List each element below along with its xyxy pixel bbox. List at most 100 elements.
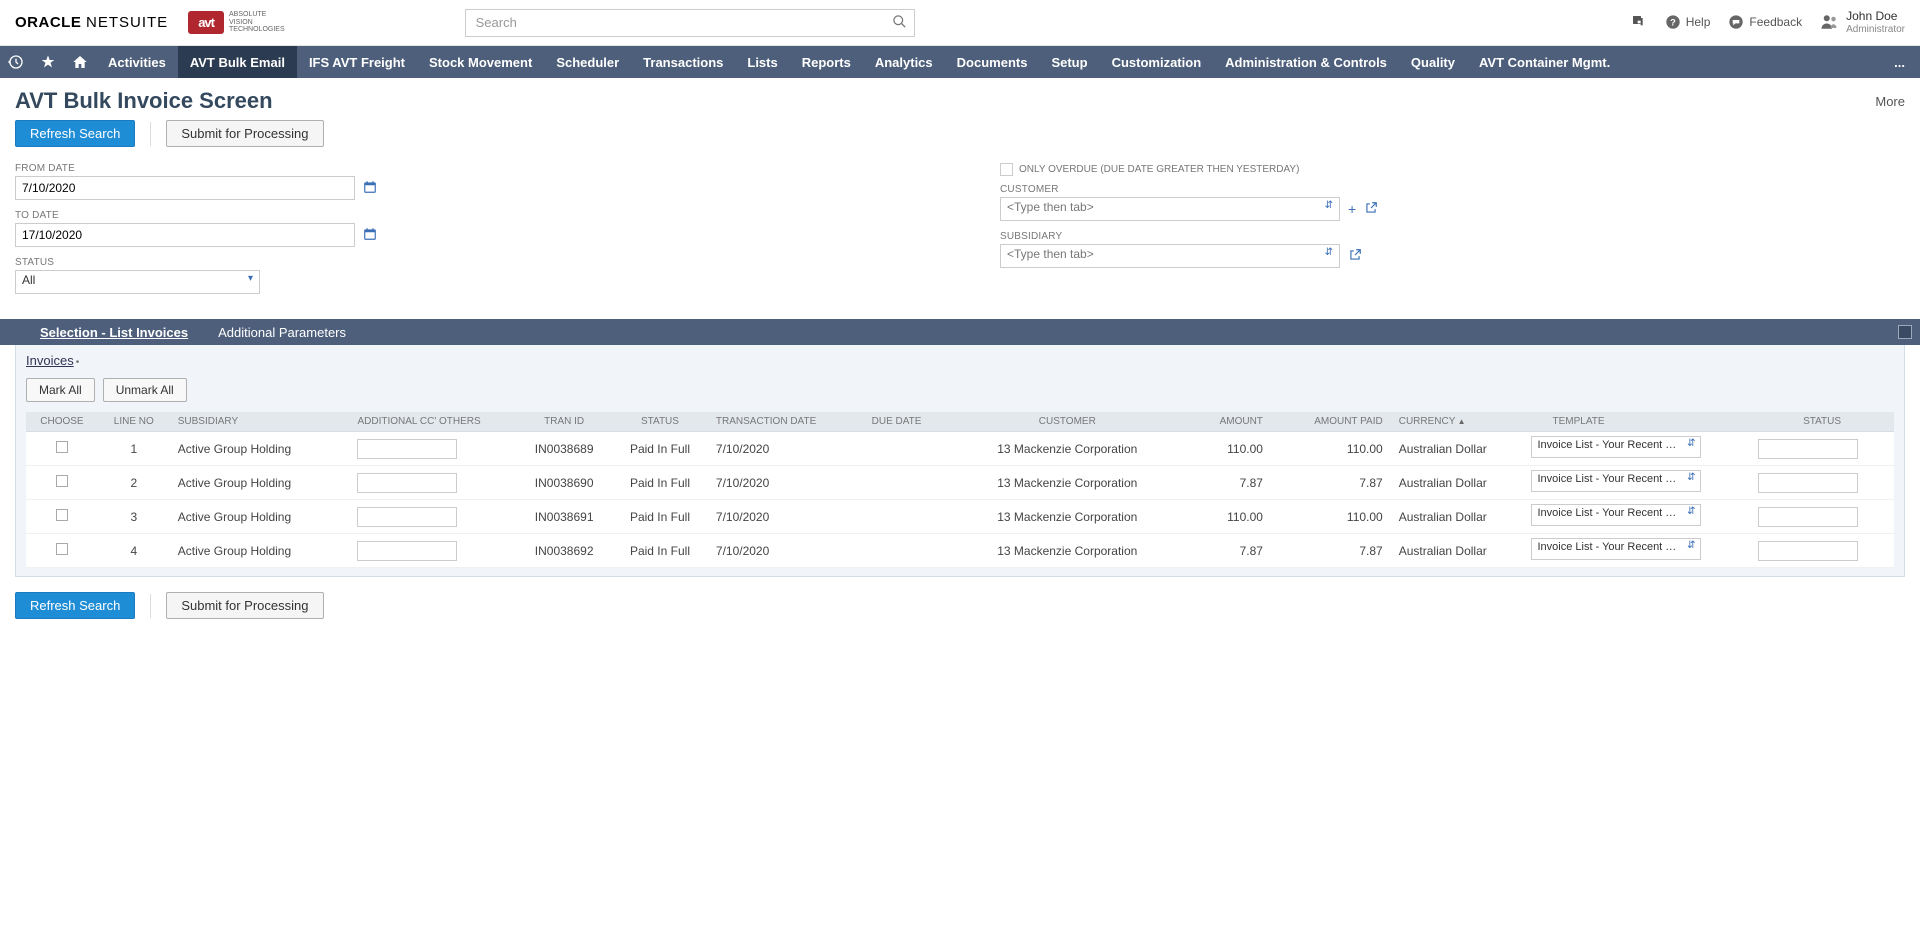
cell-line-no: 2: [98, 466, 170, 500]
subsidiary-select[interactable]: <Type then tab> ⇵: [1000, 244, 1340, 268]
row-checkbox[interactable]: [56, 509, 68, 521]
favorites-icon[interactable]: [32, 46, 64, 78]
dropdown-icon: ⇵: [1687, 508, 1695, 515]
nav-item-stock-movement[interactable]: Stock Movement: [417, 46, 544, 78]
status-select[interactable]: All ▾: [15, 270, 260, 294]
more-link[interactable]: More: [1875, 94, 1905, 109]
nav-item-documents[interactable]: Documents: [945, 46, 1040, 78]
home-icon[interactable]: [64, 46, 96, 78]
nav-item-reports[interactable]: Reports: [790, 46, 863, 78]
cell-amount: 7.87: [1175, 466, 1271, 500]
refresh-search-button[interactable]: Refresh Search: [15, 120, 135, 147]
dropdown-icon: ⇵: [1325, 249, 1333, 256]
cell-tran-id: IN0038691: [516, 500, 612, 534]
calendar-icon[interactable]: [363, 180, 377, 197]
add-icon[interactable]: +: [1348, 201, 1356, 217]
calendar-icon[interactable]: [363, 227, 377, 244]
col-txn-date[interactable]: TRANSACTION DATE: [708, 412, 864, 432]
divider: [150, 122, 151, 146]
col-status[interactable]: STATUS: [612, 412, 708, 432]
row-status-input[interactable]: [1758, 473, 1858, 493]
additional-cc-input[interactable]: [357, 439, 457, 459]
customer-select[interactable]: <Type then tab> ⇵: [1000, 197, 1340, 221]
user-menu[interactable]: John Doe Administrator: [1820, 9, 1905, 35]
col-subsidiary[interactable]: SUBSIDIARY: [170, 412, 350, 432]
nav-item-quality[interactable]: Quality: [1399, 46, 1467, 78]
to-date-input[interactable]: [15, 223, 355, 247]
col-currency[interactable]: CURRENCY: [1391, 412, 1523, 432]
row-status-input[interactable]: [1758, 541, 1858, 561]
cell-subsidiary: Active Group Holding: [170, 432, 350, 466]
table-row: 4Active Group HoldingIN0038692Paid In Fu…: [26, 534, 1894, 568]
unmark-all-button[interactable]: Unmark All: [103, 378, 187, 402]
nav-item-avt-container-mgmt-[interactable]: AVT Container Mgmt.: [1467, 46, 1622, 78]
col-rstatus[interactable]: STATUS: [1750, 412, 1894, 432]
template-select[interactable]: Invoice List - Your Recent Invoic⇵: [1531, 538, 1701, 560]
nav-item-avt-bulk-email[interactable]: AVT Bulk Email: [178, 46, 297, 78]
cell-currency: Australian Dollar: [1391, 534, 1523, 568]
col-addcc[interactable]: ADDITIONAL CC' OTHERS: [349, 412, 516, 432]
col-tran-id[interactable]: TRAN ID: [516, 412, 612, 432]
open-icon[interactable]: [1348, 248, 1362, 265]
cell-txn-date: 7/10/2020: [708, 466, 864, 500]
create-new-icon[interactable]: [1631, 14, 1647, 30]
help-link[interactable]: ? Help: [1665, 14, 1711, 30]
row-checkbox[interactable]: [56, 475, 68, 487]
only-overdue-checkbox[interactable]: [1000, 163, 1013, 176]
cell-amount: 7.87: [1175, 534, 1271, 568]
cell-amount-paid: 110.00: [1271, 432, 1391, 466]
cell-currency: Australian Dollar: [1391, 432, 1523, 466]
tab-view-toggle[interactable]: [1898, 325, 1920, 339]
col-customer[interactable]: CUSTOMER: [959, 412, 1175, 432]
nav-item-transactions[interactable]: Transactions: [631, 46, 735, 78]
tab-additional-params[interactable]: Additional Parameters: [203, 319, 361, 345]
recent-records-icon[interactable]: [0, 46, 32, 78]
user-role: Administrator: [1846, 24, 1905, 36]
row-status-input[interactable]: [1758, 507, 1858, 527]
submit-processing-button-bottom[interactable]: Submit for Processing: [166, 592, 323, 619]
tab-selection-list[interactable]: Selection - List Invoices: [25, 319, 203, 345]
invoices-sublist-label[interactable]: Invoices: [26, 353, 74, 368]
col-choose[interactable]: CHOOSE: [26, 412, 98, 432]
from-date-input[interactable]: [15, 176, 355, 200]
template-select[interactable]: Invoice List - Your Recent Invoic⇵: [1531, 470, 1701, 492]
nav-item-setup[interactable]: Setup: [1039, 46, 1099, 78]
invoices-table: CHOOSE LINE NO SUBSIDIARY ADDITIONAL CC'…: [26, 412, 1894, 568]
nav-item-administration-controls[interactable]: Administration & Controls: [1213, 46, 1399, 78]
nav-item-customization[interactable]: Customization: [1100, 46, 1214, 78]
search-input[interactable]: [465, 9, 915, 37]
open-icon[interactable]: [1364, 201, 1378, 218]
search-icon[interactable]: [892, 14, 907, 32]
col-due-date[interactable]: DUE DATE: [864, 412, 960, 432]
nav-item-scheduler[interactable]: Scheduler: [544, 46, 631, 78]
col-amount[interactable]: AMOUNT: [1175, 412, 1271, 432]
row-status-input[interactable]: [1758, 439, 1858, 459]
refresh-search-button-bottom[interactable]: Refresh Search: [15, 592, 135, 619]
cell-due-date: [864, 534, 960, 568]
feedback-link[interactable]: Feedback: [1728, 14, 1802, 30]
dropdown-icon: ▾: [248, 275, 253, 282]
template-select[interactable]: Invoice List - Your Recent Invoic⇵: [1531, 436, 1701, 458]
page-title: AVT Bulk Invoice Screen: [15, 88, 273, 114]
col-template[interactable]: TEMPLATE: [1523, 412, 1751, 432]
nav-item-analytics[interactable]: Analytics: [863, 46, 945, 78]
additional-cc-input[interactable]: [357, 473, 457, 493]
cell-due-date: [864, 466, 960, 500]
nav-item-lists[interactable]: Lists: [735, 46, 789, 78]
nav-item-ifs-avt-freight[interactable]: IFS AVT Freight: [297, 46, 417, 78]
oracle-netsuite-logo: ORACLE NETSUITE: [15, 14, 168, 31]
additional-cc-input[interactable]: [357, 541, 457, 561]
nav-overflow[interactable]: ...: [1879, 55, 1920, 70]
submit-processing-button[interactable]: Submit for Processing: [166, 120, 323, 147]
row-checkbox[interactable]: [56, 543, 68, 555]
cell-customer: 13 Mackenzie Corporation: [959, 500, 1175, 534]
template-select[interactable]: Invoice List - Your Recent Invoic⇵: [1531, 504, 1701, 526]
mark-all-button[interactable]: Mark All: [26, 378, 95, 402]
col-amount-paid[interactable]: AMOUNT PAID: [1271, 412, 1391, 432]
col-line-no[interactable]: LINE NO: [98, 412, 170, 432]
bottom-buttons: Refresh Search Submit for Processing: [0, 592, 1920, 639]
row-checkbox[interactable]: [56, 441, 68, 453]
nav-item-activities[interactable]: Activities: [96, 46, 178, 78]
cell-due-date: [864, 500, 960, 534]
additional-cc-input[interactable]: [357, 507, 457, 527]
